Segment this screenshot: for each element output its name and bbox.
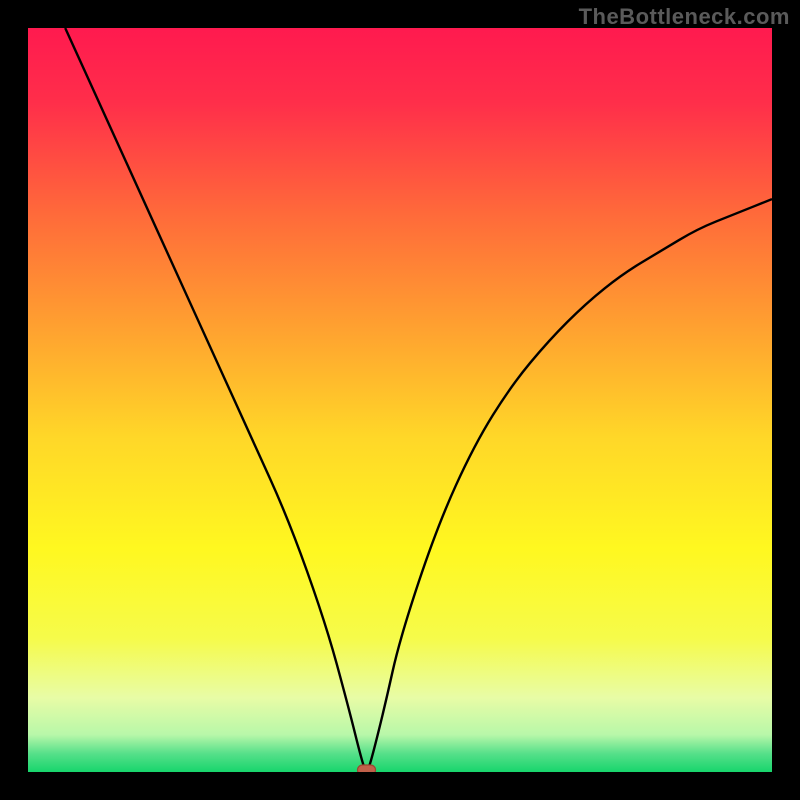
gradient-background	[28, 28, 772, 772]
watermark-text: TheBottleneck.com	[579, 4, 790, 30]
plot-area	[28, 28, 772, 772]
chart-svg	[28, 28, 772, 772]
minimum-marker	[358, 765, 376, 772]
chart-frame: TheBottleneck.com	[0, 0, 800, 800]
